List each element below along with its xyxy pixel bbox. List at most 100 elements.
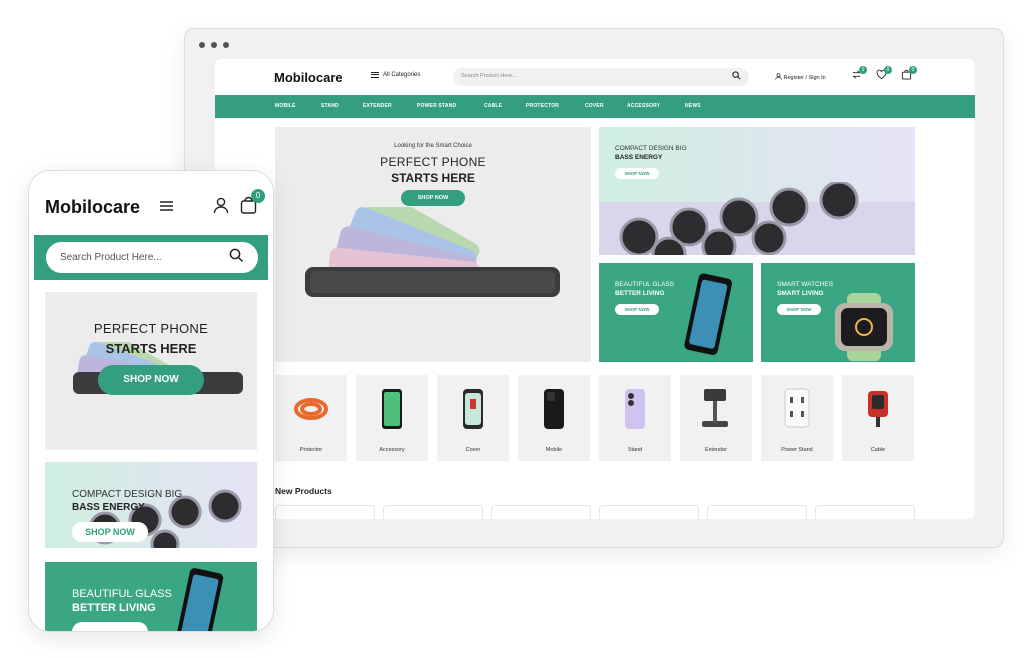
category-power-stand[interactable]: Power Stand <box>761 375 833 461</box>
category-mobile[interactable]: Mobile <box>518 375 590 461</box>
nav-item-cable[interactable]: CABLE <box>484 103 502 109</box>
watch-line2: SMART LIVING <box>777 290 824 297</box>
category-label: Extender <box>704 447 727 453</box>
nav-item-stand[interactable]: STAND <box>321 103 339 109</box>
watch-shop-now-button[interactable]: SHOP NOW <box>777 304 821 315</box>
desktop-site: Mobilocare All Categories Search Product… <box>215 59 975 519</box>
menu-icon <box>371 72 379 78</box>
window-dot <box>223 42 229 48</box>
mobile-hero-shop-now-button[interactable]: SHOP NOW <box>98 365 204 395</box>
category-label: Protector <box>299 447 323 453</box>
category-protector[interactable]: Protector <box>275 375 347 461</box>
category-extender[interactable]: Extender <box>680 375 752 461</box>
phone-purple-icon <box>625 389 645 429</box>
mobile-logo[interactable]: Mobilocare <box>45 197 140 218</box>
wishlist-badge: 0 <box>884 66 892 74</box>
desk-stand-icon <box>702 389 728 427</box>
main-nav: MOBILE STAND EXTENDER POWER STAND CABLE … <box>215 95 975 118</box>
category-cover[interactable]: Cover <box>437 375 509 461</box>
all-categories-button[interactable]: All Categories <box>371 72 420 78</box>
mobile-glass-banner[interactable]: BEAUTIFUL GLASS BETTER LIVING <box>45 562 257 631</box>
phone-protector-icon <box>382 389 402 429</box>
all-categories-label: All Categories <box>383 72 421 78</box>
category-label: Accessory <box>379 447 405 453</box>
nav-item-accessory[interactable]: ACCESSORY <box>627 103 660 109</box>
search-placeholder: Search Product Here... <box>60 252 162 263</box>
product-card[interactable] <box>491 505 591 519</box>
smart-watches-banner[interactable]: SMART WATCHES SMART LIVING SHOP NOW <box>761 263 915 362</box>
nav-item-extender[interactable]: EXTENDER <box>363 103 392 109</box>
category-label: Mobile <box>545 447 563 453</box>
cart-icon[interactable]: 0 <box>901 66 917 83</box>
product-card[interactable] <box>815 505 915 519</box>
search-input[interactable]: Search Product Here... <box>453 68 749 86</box>
glass-line2: BETTER LIVING <box>615 290 665 297</box>
hero-banner[interactable]: Looking for the Smart Choice PERFECT PHO… <box>275 127 591 362</box>
user-icon[interactable] <box>213 197 229 214</box>
mobile-search-input[interactable]: Search Product Here... <box>46 242 258 273</box>
mobile-glass-shop-now-button[interactable] <box>72 622 148 631</box>
menu-icon[interactable] <box>160 201 173 211</box>
hero-kicker: Looking for the Smart Choice <box>394 143 472 149</box>
window-dot <box>211 42 217 48</box>
nav-item-power-stand[interactable]: POWER STAND <box>417 103 456 109</box>
category-cable[interactable]: Cable <box>842 375 914 461</box>
product-card[interactable] <box>383 505 483 519</box>
glass-line1: BEAUTIFUL GLASS <box>615 281 674 288</box>
beautiful-glass-banner[interactable]: BEAUTIFUL GLASS BETTER LIVING SHOP NOW <box>599 263 753 362</box>
nav-item-protector[interactable]: PROTECTOR <box>526 103 559 109</box>
register-link[interactable]: Register / Sign In <box>775 73 826 81</box>
glass-phone-image <box>175 568 224 631</box>
compact-shop-now-button[interactable]: SHOP NOW <box>615 168 659 179</box>
new-products-heading: New Products <box>275 486 332 496</box>
compact-line1: COMPACT DESIGN BIG <box>615 145 687 152</box>
mobile-device: Mobilocare 0 Search Product Here... PERF… <box>28 170 274 632</box>
nav-item-cover[interactable]: COVER <box>585 103 604 109</box>
compact-design-banner[interactable]: COMPACT DESIGN BIG BASS ENERGY SHOP NOW <box>599 127 915 255</box>
mobile-hero-banner[interactable]: PERFECT PHONE STARTS HERE SHOP NOW <box>45 292 257 450</box>
search-icon[interactable] <box>229 248 244 266</box>
smartwatch-image <box>835 293 893 361</box>
heart-icon[interactable]: 0 <box>876 66 892 83</box>
category-accessory[interactable]: Accessory <box>356 375 428 461</box>
mobile-compact-line1: COMPACT DESIGN BIG <box>72 489 183 500</box>
car-mount-icon <box>868 391 888 427</box>
search-icon[interactable] <box>732 71 741 82</box>
compare-icon[interactable]: 0 <box>851 66 867 83</box>
camera-lens-image <box>599 182 915 255</box>
mobile-hero-line1: PERFECT PHONE <box>93 321 209 336</box>
phone-fan-image <box>305 207 560 297</box>
register-label: Register / Sign In <box>783 75 826 81</box>
category-label: Power Stand <box>781 447 813 453</box>
mobile-hero-line2: STARTS HERE <box>105 341 197 356</box>
nav-item-news[interactable]: NEWS <box>685 103 701 109</box>
compact-line2: BASS ENERGY <box>615 154 663 161</box>
mobile-search-bar: Search Product Here... <box>34 235 268 280</box>
cart-icon[interactable]: 0 <box>240 189 265 219</box>
glass-phone-image <box>684 273 732 355</box>
glass-shop-now-button[interactable]: SHOP NOW <box>615 304 659 315</box>
mobile-glass-line2: BETTER LIVING <box>72 602 156 614</box>
mobile-case-icon <box>544 389 564 429</box>
product-card[interactable] <box>275 505 375 519</box>
window-dot <box>199 42 205 48</box>
user-icon <box>775 73 782 80</box>
hero-title-line1: PERFECT PHONE <box>380 155 486 169</box>
product-card[interactable] <box>599 505 699 519</box>
cart-badge: 0 <box>909 66 917 74</box>
compare-badge: 0 <box>859 66 867 74</box>
site-logo[interactable]: Mobilocare <box>274 70 343 85</box>
phone-cover-icon <box>463 389 483 429</box>
category-stand[interactable]: Stand <box>599 375 671 461</box>
power-outlet-icon <box>784 388 810 428</box>
cart-badge: 0 <box>251 189 265 203</box>
nav-item-mobile[interactable]: MOBILE <box>275 103 296 109</box>
mobile-compact-shop-now-button[interactable]: SHOP NOW <box>72 522 148 542</box>
mobile-compact-line2: BASS ENERGY <box>72 502 145 513</box>
product-card[interactable] <box>707 505 807 519</box>
search-placeholder: Search Product Here... <box>461 73 517 79</box>
hero-shop-now-button[interactable]: SHOP NOW <box>401 190 465 206</box>
mobile-glass-line1: BEAUTIFUL GLASS <box>72 588 172 600</box>
desktop-window: Mobilocare All Categories Search Product… <box>184 28 1004 548</box>
mobile-compact-banner[interactable]: COMPACT DESIGN BIG BASS ENERGY SHOP NOW <box>45 462 257 548</box>
